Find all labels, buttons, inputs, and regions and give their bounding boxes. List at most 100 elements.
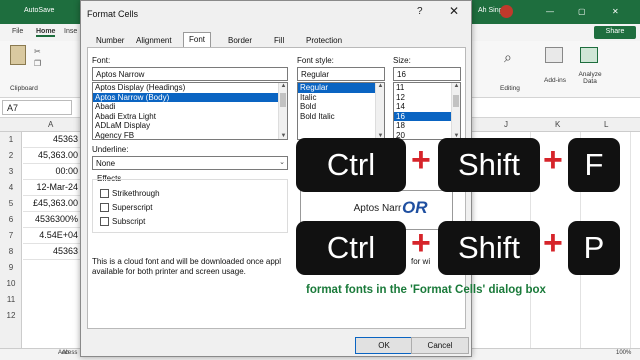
tab-alignment[interactable]: Alignment — [131, 34, 177, 48]
column-header-a[interactable]: A — [48, 120, 53, 129]
tab-number[interactable]: Number — [91, 34, 129, 48]
cancel-button[interactable]: Cancel — [411, 337, 469, 354]
superscript-checkbox[interactable] — [100, 203, 109, 212]
cell-a3[interactable]: 00:00 — [23, 164, 80, 180]
tab-protection[interactable]: Protection — [301, 34, 347, 48]
add-ins-button[interactable]: Add-ins — [544, 77, 566, 84]
subscript-checkbox[interactable] — [100, 217, 109, 226]
column-header-l[interactable]: L — [604, 120, 608, 129]
font-style-item[interactable]: Bold Italic — [298, 112, 384, 122]
font-style-item[interactable]: Bold — [298, 102, 384, 112]
tab-font[interactable]: Font — [183, 32, 212, 48]
analyze-data-button[interactable]: Analyze Data — [576, 71, 604, 85]
cell-a8[interactable]: 45363 — [23, 244, 80, 260]
key-p: P — [568, 221, 620, 275]
font-list-item[interactable]: Agency FB — [93, 131, 287, 140]
user-name[interactable]: Ah Sing — [478, 7, 503, 14]
row-header[interactable]: 5 — [0, 196, 22, 212]
row-header[interactable]: 1 — [0, 132, 22, 148]
minimize-button[interactable]: — — [546, 7, 554, 16]
font-list-item[interactable]: Abadi — [93, 102, 287, 112]
zoom-level[interactable]: 100% — [616, 350, 631, 356]
tab-file[interactable]: File — [12, 28, 23, 35]
font-input[interactable]: Aptos Narrow — [92, 67, 288, 81]
or-label: OR — [402, 198, 428, 217]
font-list-scrollbar[interactable]: ▲ ▼ — [278, 83, 287, 139]
column-header-k[interactable]: K — [555, 120, 560, 129]
name-box[interactable]: A7 — [2, 100, 72, 115]
paste-icon[interactable] — [10, 45, 26, 65]
row-header[interactable]: 12 — [0, 308, 22, 324]
size-list[interactable]: 11 12 14 16 18 20 ▲ ▼ — [393, 82, 461, 140]
editing-icon[interactable]: ⌕ — [504, 49, 512, 66]
strikethrough-checkbox[interactable] — [100, 189, 109, 198]
column-header-j[interactable]: J — [504, 120, 508, 129]
cell-a1[interactable]: 45363 — [23, 132, 80, 148]
cell-a7[interactable]: 4.54E+04 — [23, 228, 80, 244]
subscript-label[interactable]: Subscript — [112, 217, 145, 226]
font-list-item[interactable]: Abadi Extra Light — [93, 112, 287, 122]
row-header[interactable]: 4 — [0, 180, 22, 196]
close-dialog-button[interactable]: ✕ — [449, 4, 459, 18]
scroll-up-icon[interactable]: ▲ — [279, 83, 287, 89]
help-button[interactable]: ? — [417, 6, 423, 17]
tab-fill[interactable]: Fill — [269, 34, 289, 48]
cloud-font-note-line2: available for both printer and screen us… — [92, 267, 246, 276]
font-list-item-selected[interactable]: Aptos Narrow (Body) — [93, 92, 287, 102]
font-style-input[interactable]: Regular — [297, 67, 385, 81]
font-list-item[interactable]: Aptos Display (Headings) — [93, 83, 287, 93]
row-header[interactable]: 9 — [0, 260, 22, 276]
analyze-data-icon[interactable] — [580, 47, 598, 63]
key-f: F — [568, 138, 620, 192]
cell-a2[interactable]: 45,363.00 — [23, 148, 80, 164]
font-style-item-selected[interactable]: Regular — [298, 83, 384, 93]
row-header[interactable]: 6 — [0, 212, 22, 228]
row-header[interactable]: 8 — [0, 244, 22, 260]
chevron-down-icon[interactable]: ⌄ — [279, 158, 285, 166]
scroll-thumb[interactable] — [453, 95, 459, 107]
scroll-up-icon[interactable]: ▲ — [376, 83, 384, 89]
tab-insert[interactable]: Inse — [64, 28, 77, 35]
font-list[interactable]: Aptos Display (Headings) Aptos Narrow (B… — [92, 82, 288, 140]
share-label: Share — [605, 28, 625, 35]
ok-button[interactable]: OK — [355, 337, 413, 354]
row-header[interactable]: 2 — [0, 148, 22, 164]
share-button[interactable]: Share — [594, 26, 636, 39]
scroll-thumb[interactable] — [280, 93, 286, 107]
plus-sign: + — [411, 224, 431, 262]
copy-icon[interactable]: ❐ — [34, 59, 41, 68]
preview-text: Aptos Narr — [353, 203, 402, 214]
accessibility-status[interactable]: Access — [58, 350, 77, 356]
editing-group-label: Editing — [500, 85, 520, 92]
row-header[interactable]: 10 — [0, 276, 22, 292]
avatar[interactable] — [500, 5, 513, 18]
size-list-scrollbar[interactable]: ▲ ▼ — [451, 83, 460, 139]
font-list-item[interactable]: ADLaM Display — [93, 121, 287, 131]
close-window-button[interactable]: ✕ — [612, 7, 619, 16]
row-header[interactable]: 11 — [0, 292, 22, 308]
scroll-up-icon[interactable]: ▲ — [452, 83, 460, 89]
superscript-label[interactable]: Superscript — [112, 203, 152, 212]
add-ins-icon[interactable] — [545, 47, 563, 63]
maximize-button[interactable]: ▢ — [578, 7, 586, 16]
clipboard-group-label: Clipboard — [10, 85, 38, 92]
row-header[interactable]: 7 — [0, 228, 22, 244]
cell-a6[interactable]: 4536300% — [23, 212, 80, 228]
plus-sign: + — [411, 141, 431, 179]
cell-a4[interactable]: 12-Mar-24 — [23, 180, 80, 196]
size-input[interactable]: 16 — [393, 67, 461, 81]
tab-home[interactable]: Home — [36, 28, 56, 37]
tab-border[interactable]: Border — [223, 34, 257, 48]
autosave-label[interactable]: AutoSave — [24, 7, 54, 14]
underline-select[interactable]: None ⌄ — [92, 156, 288, 170]
scroll-down-icon[interactable]: ▼ — [279, 133, 287, 139]
font-style-scrollbar[interactable]: ▲ ▼ — [375, 83, 384, 139]
row-header[interactable]: 3 — [0, 164, 22, 180]
cut-icon[interactable]: ✂ — [34, 47, 41, 56]
cloud-font-note: This is a cloud font and will be downloa… — [92, 257, 282, 266]
cell-a5[interactable]: £45,363.00 — [23, 196, 80, 212]
font-style-list[interactable]: Regular Italic Bold Bold Italic ▲ ▼ — [297, 82, 385, 140]
strikethrough-label[interactable]: Strikethrough — [112, 189, 160, 198]
key-shift: Shift — [438, 221, 540, 275]
font-style-item[interactable]: Italic — [298, 93, 384, 103]
